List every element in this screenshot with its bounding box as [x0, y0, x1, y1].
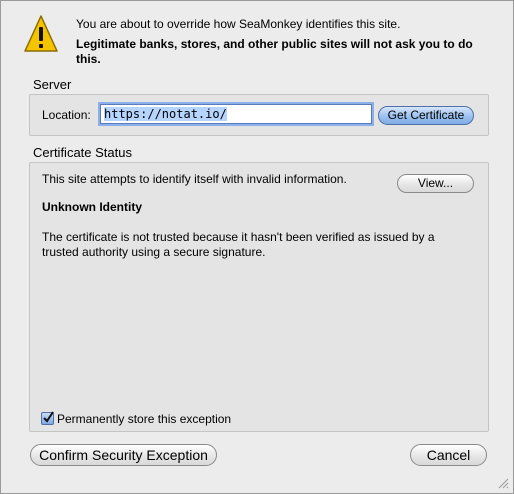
view-certificate-button[interactable]: View... — [397, 174, 474, 193]
status-detail: The certificate is not trusted because i… — [42, 230, 435, 259]
checkmark-icon — [43, 411, 54, 423]
permanent-exception-checkbox[interactable] — [41, 411, 54, 425]
confirm-security-exception-button[interactable]: Confirm Security Exception — [30, 444, 217, 466]
location-input[interactable]: https://notat.io/ — [100, 104, 372, 124]
add-security-exception-dialog: You are about to override how SeaMonkey … — [0, 0, 514, 494]
location-value: https://notat.io/ — [104, 107, 227, 121]
identity-heading: Unknown Identity — [42, 200, 142, 214]
resize-grip-icon[interactable] — [497, 477, 509, 489]
override-message: You are about to override how SeaMonkey … — [76, 17, 401, 31]
get-certificate-button[interactable]: Get Certificate — [378, 106, 474, 125]
certificate-status-title: Certificate Status — [33, 145, 132, 160]
status-summary: This site attempts to identify itself wi… — [42, 172, 347, 186]
server-groupbox: Location: https://notat.io/ Get Certific… — [29, 94, 489, 136]
location-label: Location: — [42, 108, 91, 122]
permanent-exception-checkbox-row[interactable]: Permanently store this exception — [41, 411, 232, 426]
server-section-title: Server — [33, 77, 72, 92]
cancel-button[interactable]: Cancel — [410, 444, 487, 466]
legitimate-sites-warning: Legitimate banks, stores, and other publ… — [76, 37, 473, 66]
permanent-exception-label: Permanently store this exception — [57, 412, 232, 426]
warning-icon — [24, 15, 58, 52]
certificate-status-groupbox: This site attempts to identify itself wi… — [29, 162, 489, 432]
